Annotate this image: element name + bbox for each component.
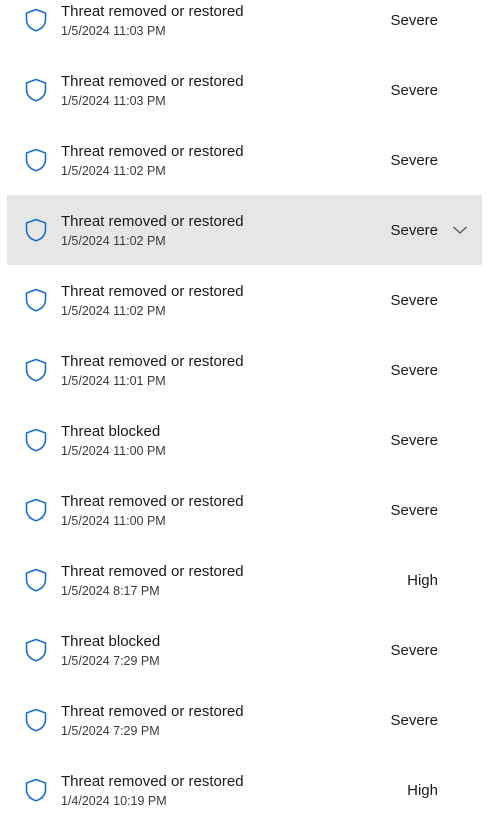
- history-item-severity: Severe: [390, 82, 438, 99]
- history-item-severity: Severe: [390, 152, 438, 169]
- history-item[interactable]: Threat blocked 1/5/2024 11:00 PM Severe: [7, 405, 482, 475]
- history-item-severity: Severe: [390, 222, 438, 239]
- protection-history-list: Threat removed or restored 1/5/2024 11:0…: [0, 0, 487, 825]
- history-item-timestamp: 1/4/2024 10:19 PM: [61, 794, 167, 808]
- history-item[interactable]: Threat removed or restored 1/5/2024 11:0…: [7, 55, 482, 125]
- history-item-severity: High: [407, 782, 438, 799]
- history-item-title: Threat removed or restored: [61, 703, 244, 720]
- shield-icon: [23, 567, 49, 593]
- history-item-timestamp: 1/5/2024 8:17 PM: [61, 584, 160, 598]
- history-item-title: Threat removed or restored: [61, 283, 244, 300]
- history-item-timestamp: 1/5/2024 7:29 PM: [61, 654, 160, 668]
- shield-icon: [23, 357, 49, 383]
- history-item[interactable]: Threat removed or restored 1/5/2024 7:29…: [7, 685, 482, 755]
- history-item-title: Threat blocked: [61, 423, 161, 440]
- history-item-title: Threat removed or restored: [61, 493, 244, 510]
- shield-icon: [23, 427, 49, 453]
- history-item-timestamp: 1/5/2024 11:00 PM: [61, 444, 166, 458]
- history-item-severity: Severe: [390, 12, 438, 29]
- shield-icon: [23, 287, 49, 313]
- chevron-down-icon[interactable]: [452, 223, 468, 235]
- shield-icon: [23, 217, 49, 243]
- history-item-timestamp: 1/5/2024 11:01 PM: [61, 374, 166, 388]
- history-item-title: Threat removed or restored: [61, 143, 244, 160]
- history-item-title: Threat removed or restored: [61, 73, 244, 90]
- history-item-title: Threat removed or restored: [61, 3, 244, 20]
- shield-icon: [23, 147, 49, 173]
- history-item[interactable]: Threat removed or restored 1/5/2024 11:0…: [7, 125, 482, 195]
- shield-icon: [23, 707, 49, 733]
- history-item-selected[interactable]: Threat removed or restored 1/5/2024 11:0…: [7, 195, 482, 265]
- history-item-timestamp: 1/5/2024 7:29 PM: [61, 724, 160, 738]
- history-item-title: Threat removed or restored: [61, 563, 244, 580]
- history-item-severity: Severe: [390, 292, 438, 309]
- history-item-severity: Severe: [390, 712, 438, 729]
- shield-icon: [23, 497, 49, 523]
- history-item[interactable]: Threat removed or restored 1/5/2024 11:0…: [7, 265, 482, 335]
- history-item-severity: High: [407, 572, 438, 589]
- shield-icon: [23, 637, 49, 663]
- shield-icon: [23, 777, 49, 803]
- history-item[interactable]: Threat removed or restored 1/5/2024 8:17…: [7, 545, 482, 615]
- history-item-title: Threat removed or restored: [61, 213, 244, 230]
- history-item-title: Threat removed or restored: [61, 353, 244, 370]
- history-item[interactable]: Threat removed or restored 1/4/2024 10:1…: [7, 755, 482, 825]
- history-item-severity: Severe: [390, 642, 438, 659]
- shield-icon: [23, 7, 49, 33]
- history-item-severity: Severe: [390, 362, 438, 379]
- history-item-timestamp: 1/5/2024 11:02 PM: [61, 164, 166, 178]
- history-item-timestamp: 1/5/2024 11:02 PM: [61, 304, 166, 318]
- history-item[interactable]: Threat blocked 1/5/2024 7:29 PM Severe: [7, 615, 482, 685]
- history-item[interactable]: Threat removed or restored 1/5/2024 11:0…: [7, 475, 482, 545]
- history-item-timestamp: 1/5/2024 11:03 PM: [61, 24, 166, 38]
- history-item-severity: Severe: [390, 432, 438, 449]
- history-item-severity: Severe: [390, 502, 438, 519]
- history-item-timestamp: 1/5/2024 11:00 PM: [61, 514, 166, 528]
- history-item-title: Threat blocked: [61, 633, 161, 650]
- history-item-timestamp: 1/5/2024 11:02 PM: [61, 234, 166, 248]
- shield-icon: [23, 77, 49, 103]
- history-item[interactable]: Threat removed or restored 1/5/2024 11:0…: [7, 0, 482, 55]
- history-item[interactable]: Threat removed or restored 1/5/2024 11:0…: [7, 335, 482, 405]
- history-item-timestamp: 1/5/2024 11:03 PM: [61, 94, 166, 108]
- history-item-title: Threat removed or restored: [61, 773, 244, 790]
